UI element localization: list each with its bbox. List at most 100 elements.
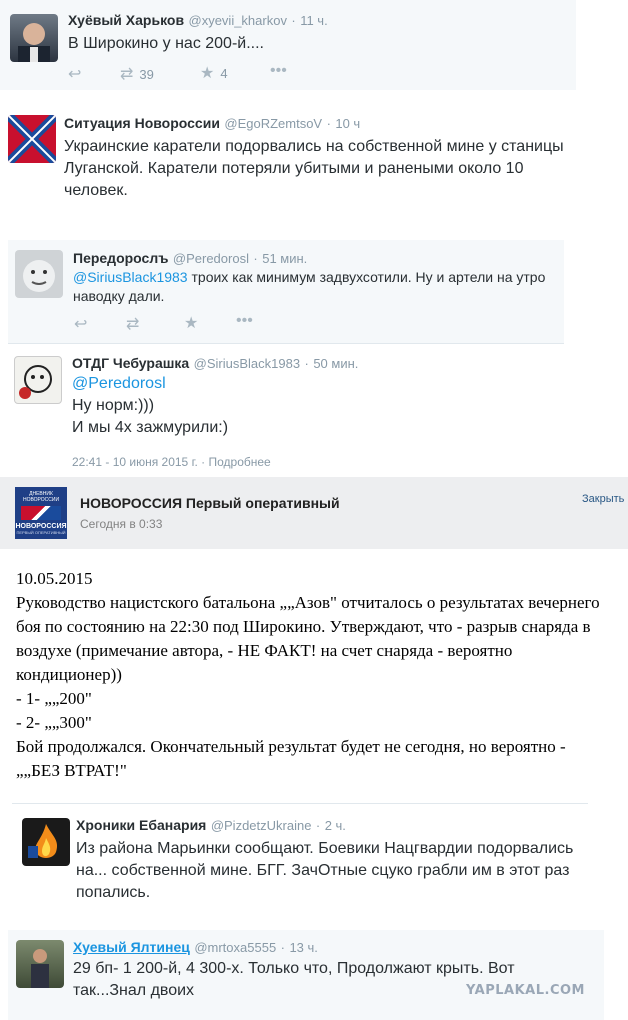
flag-icon: [21, 506, 61, 520]
text-line: человек.: [64, 182, 128, 199]
details-link[interactable]: Подробнее: [209, 455, 271, 469]
tweet-card: Хроники Ебанария @PizdetzUkraine · 2 ч. …: [12, 806, 612, 906]
snowman-photo-icon: [23, 260, 55, 292]
retweet-count: 39: [139, 66, 154, 82]
separator: ·: [291, 13, 296, 28]
text-line: на... собственной мине. БГГ. ЗачОтные сц…: [76, 862, 570, 879]
watermark: YAPLAKAL.COM: [466, 983, 585, 998]
separator: ·: [280, 940, 285, 955]
logo-title: НОВОРОССИЯ: [15, 523, 67, 530]
author-name[interactable]: Передорослъ: [73, 250, 168, 266]
post-line: Руководство нацистского батальона „„Азов…: [16, 593, 600, 612]
like-count: 4: [220, 65, 228, 81]
like-button[interactable]: ★: [184, 313, 198, 333]
post-line: боя по состоянию на 22:30 под Широкино. …: [16, 617, 591, 636]
author-handle[interactable]: @Peredorosl: [173, 251, 249, 266]
avatar[interactable]: [15, 250, 63, 298]
avatar[interactable]: [22, 818, 70, 866]
retweet-button[interactable]: ⇄: [126, 314, 139, 334]
post-line: - 1- „„200": [16, 689, 92, 708]
author-handle[interactable]: @mrtoxa5555: [194, 940, 276, 955]
separator: ·: [304, 356, 309, 371]
post-time[interactable]: Сегодня в 0:33: [80, 517, 162, 531]
flag-icon: [8, 115, 56, 163]
text-line: 29 бп- 1 200-й, 4 300-х. Только что, Про…: [73, 960, 515, 977]
divider: [12, 803, 588, 804]
avatar[interactable]: [14, 356, 62, 404]
retweet-icon: ⇄: [120, 66, 134, 83]
text-line: И мы 4х зажмурили:): [72, 419, 229, 436]
tweet-time[interactable]: 50 мин.: [313, 356, 358, 371]
reply-button[interactable]: ↩: [74, 314, 87, 334]
reply-icon: ↩: [74, 316, 88, 333]
text-line: попались.: [76, 884, 151, 901]
like-button[interactable]: ★ 4: [200, 63, 228, 83]
tweet-time[interactable]: 2 ч.: [325, 818, 346, 833]
more-icon: •••: [236, 312, 253, 329]
tweet-time[interactable]: 11 ч.: [300, 13, 328, 28]
tweet-text: Украинские каратели подорвались на собст…: [64, 136, 624, 202]
vk-post-body: 10.05.2015 Руководство нацистского батал…: [16, 567, 622, 783]
tweet-time[interactable]: 10 ч: [335, 116, 360, 131]
logo-caption: ДНЕВНИК НОВОРОССИИ: [22, 491, 60, 503]
text-fragment: троих как минимум задвухсотили. Ну и арт…: [187, 269, 546, 285]
tweet-card: Ситуация Новороссии @EgoRZemtsoV · 10 ч …: [0, 105, 628, 210]
mention-link[interactable]: @Peredorosl: [72, 373, 228, 395]
author-name[interactable]: Хуёвый Харьков: [68, 12, 184, 28]
text-line: Из района Марьинки сообщают. Боевики Нац…: [76, 840, 574, 857]
tweet-text: @Peredorosl Ну норм:))) И мы 4х зажмурил…: [72, 373, 228, 439]
tweet-card: Передорослъ @Peredorosl · 51 мин. @Siriu…: [8, 240, 564, 343]
separator: ·: [326, 116, 331, 131]
tweet-time[interactable]: 13 ч.: [289, 940, 317, 955]
tweet-time[interactable]: 51 мин.: [262, 251, 307, 266]
logo-subtitle: ПЕРВЫЙ ОПЕРАТИВНЫЙ: [16, 530, 66, 535]
tweet-date[interactable]: 22:41 - 10 июня 2015 г.: [72, 455, 198, 469]
avatar[interactable]: [8, 115, 56, 163]
author-name[interactable]: Ситуация Новороссии: [64, 115, 220, 131]
reply-button[interactable]: ↩: [68, 64, 81, 84]
tweet-card: ОТДГ Чебурашка @SiriusBlack1983 · 50 мин…: [8, 343, 564, 475]
separator: ·: [253, 251, 258, 266]
author-handle[interactable]: @PizdetzUkraine: [211, 818, 312, 833]
avatar[interactable]: [10, 14, 58, 62]
reply-icon: ↩: [68, 66, 82, 83]
tweet-card: Хуевый Ялтинец @mrtoxa5555 · 13 ч. 29 бп…: [8, 930, 604, 1020]
tweet-text: Из района Марьинки сообщают. Боевики Нац…: [76, 838, 612, 904]
retweet-icon: ⇄: [126, 316, 140, 333]
tweet-card: Хуёвый Харьков @xyevii_kharkov · 11 ч. В…: [0, 0, 576, 90]
text-line: Украинские каратели подорвались на собст…: [64, 138, 564, 155]
post-line: Бой продолжался. Окончательный результат…: [16, 737, 566, 756]
author-handle[interactable]: @SiriusBlack1983: [194, 356, 300, 371]
tweet-text: В Широкино у нас 200-й....: [68, 35, 264, 52]
post-line: 10.05.2015: [16, 569, 93, 588]
vk-post-header: ДНЕВНИК НОВОРОССИИ НОВОРОССИЯ ПЕРВЫЙ ОПЕ…: [0, 477, 628, 549]
author-handle[interactable]: @xyevii_kharkov: [189, 13, 287, 28]
author-name[interactable]: Хроники Ебанария: [76, 817, 206, 833]
post-line: воздухе (примечание автора, - НЕ ФАКТ! н…: [16, 641, 513, 660]
retweet-button[interactable]: ⇄ 39: [120, 64, 154, 84]
person-photo-icon: [31, 949, 49, 988]
post-line: кондиционер)): [16, 665, 122, 684]
mention-link[interactable]: @SiriusBlack1983: [73, 269, 188, 285]
star-icon: ★: [200, 65, 215, 82]
group-avatar[interactable]: ДНЕВНИК НОВОРОССИИ НОВОРОССИЯ ПЕРВЫЙ ОПЕ…: [15, 487, 67, 539]
author-name[interactable]: Хуевый Ялтинец: [73, 939, 190, 955]
author-handle[interactable]: @EgoRZemtsoV: [224, 116, 322, 131]
avatar[interactable]: [16, 940, 64, 988]
more-button[interactable]: •••: [236, 312, 253, 330]
separator: ·: [315, 818, 321, 833]
separator: ·: [201, 455, 209, 469]
cartoon-icon: [19, 365, 52, 399]
star-icon: ★: [184, 315, 199, 332]
close-link[interactable]: Закрыть: [582, 493, 624, 505]
person-photo-icon: [18, 23, 50, 62]
text-line: Луганской. Каратели потеряли убитыми и р…: [64, 160, 524, 177]
author-name[interactable]: ОТДГ Чебурашка: [72, 355, 189, 371]
group-name[interactable]: НОВОРОССИЯ Первый оперативный: [80, 495, 340, 511]
more-icon: •••: [270, 62, 287, 79]
text-line: наводку дали.: [73, 288, 165, 304]
tweet-text: @SiriusBlack1983 троих как минимум задву…: [73, 268, 545, 306]
text-line: Ну норм:))): [72, 397, 155, 414]
fire-photo-icon: [28, 824, 58, 858]
more-button[interactable]: •••: [270, 62, 287, 80]
